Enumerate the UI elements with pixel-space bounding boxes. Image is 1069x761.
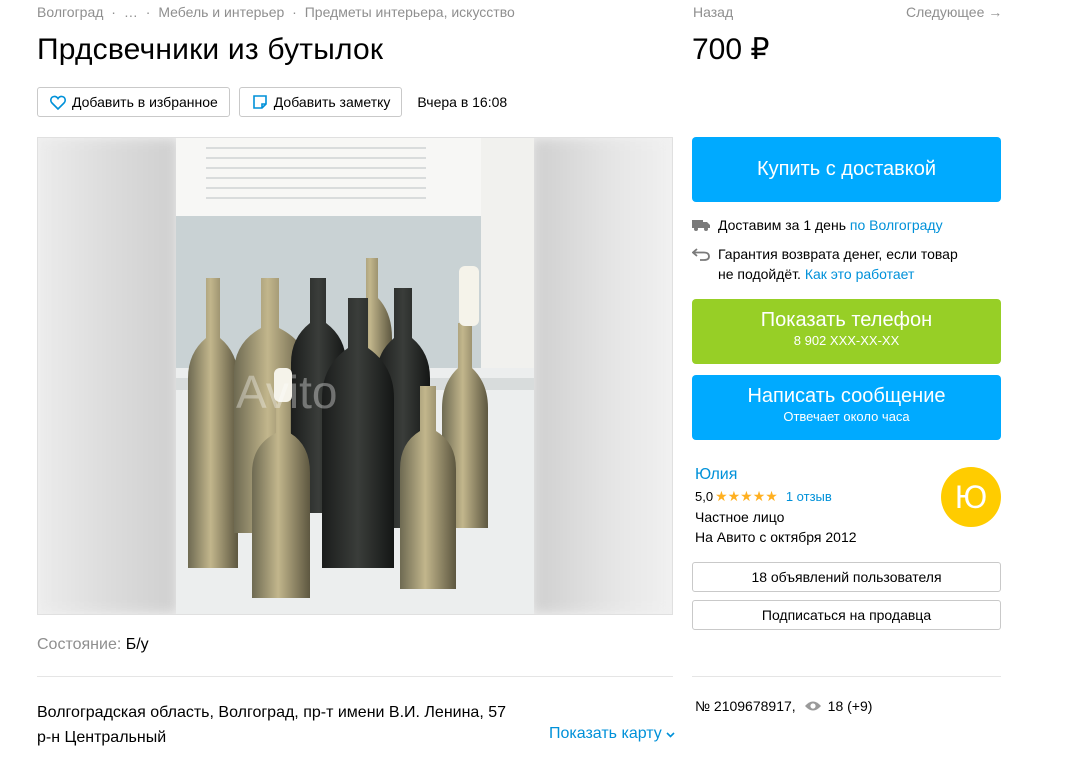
how-it-works-link[interactable]: Как это работает [805, 266, 915, 282]
show-phone-label: Показать телефон [760, 309, 933, 331]
bottles-photo-illustration: Avito [176, 138, 534, 614]
show-phone-button[interactable]: Показать телефон 8 902 XXX-XX-XX [692, 299, 1001, 364]
user-ads-button[interactable]: 18 объявлений пользователя [692, 562, 1001, 592]
breadcrumb-interior[interactable]: Предметы интерьера, искусство [305, 4, 515, 20]
posted-time: Вчера в 16:08 [417, 94, 508, 110]
chevron-down-icon [666, 732, 675, 738]
rating-value: 5,0 [695, 489, 714, 504]
guarantee-info: Гарантия возврата денег, если товар не п… [692, 244, 958, 284]
subscribe-seller-button[interactable]: Подписаться на продавца [692, 600, 1001, 630]
breadcrumb: Волгоград · … · Мебель и интерьер · Пред… [37, 4, 515, 20]
note-icon [252, 95, 267, 109]
views-count: 18 (+9) [827, 698, 873, 714]
listing-actions: Добавить в избранное Добавить заметку Вч… [37, 87, 507, 117]
heart-icon [50, 95, 66, 110]
avatar[interactable]: Ю [941, 467, 1001, 527]
photo-watermark: Avito [236, 366, 337, 418]
seller-type: Частное лицо [695, 509, 785, 525]
seller-rating: 5,0 ★★★★★ 1 отзыв [695, 488, 832, 505]
listing-photo[interactable]: Avito [176, 138, 534, 614]
page-title: Прдсвечники из бутылок [37, 33, 384, 66]
delivery-city-link[interactable]: по Волгограду [850, 217, 943, 233]
gallery-blur-right [532, 138, 672, 614]
return-arrow-icon [692, 248, 710, 261]
add-note-button[interactable]: Добавить заметку [238, 87, 403, 117]
rating-stars-icon: ★★★★★ [715, 488, 778, 504]
price: 700 ₽ [692, 33, 770, 66]
condition-value: Б/у [125, 636, 149, 653]
breadcrumb-furniture[interactable]: Мебель и интерьер [158, 4, 284, 20]
seller-name-link[interactable]: Юлия [695, 466, 737, 484]
response-time: Отвечает около часа [783, 409, 910, 424]
address-district: р-н Центральный [37, 729, 167, 746]
address-line: Волгоградская область, Волгоград, пр-т и… [37, 704, 507, 721]
truck-icon [692, 220, 710, 231]
condition: Состояние: Б/у [37, 636, 149, 654]
photo-gallery[interactable]: Avito [37, 137, 673, 615]
add-note-label: Добавить заметку [273, 94, 391, 110]
eye-icon [804, 701, 821, 711]
listing-meta: № 2109678917, 18 (+9) [695, 698, 872, 714]
add-favorite-label: Добавить в избранное [72, 94, 218, 110]
write-message-label: Написать сообщение [747, 385, 946, 407]
breadcrumb-city[interactable]: Волгоград [37, 4, 103, 20]
buy-with-delivery-button[interactable]: Купить с доставкой [692, 137, 1001, 202]
address: Волгоградская область, Волгоград, пр-т и… [37, 700, 506, 750]
phone-number-masked: 8 902 XXX-XX-XX [793, 333, 900, 348]
add-favorite-button[interactable]: Добавить в избранное [37, 87, 230, 117]
delivery-info: Доставим за 1 день по Волгограду [692, 215, 943, 235]
show-map-label: Показать карту [549, 725, 662, 742]
divider [37, 676, 673, 677]
divider [692, 676, 1001, 677]
next-link[interactable]: Следующее → [906, 4, 1002, 20]
seller-since: На Авито с октября 2012 [695, 529, 857, 545]
guarantee-line1: Гарантия возврата денег, если товар [718, 246, 958, 262]
condition-label: Состояние: [37, 636, 122, 653]
listing-number: № 2109678917, [695, 698, 796, 714]
guarantee-line2: не подойдёт. [718, 266, 805, 282]
back-link[interactable]: Назад [693, 4, 733, 20]
show-map-link[interactable]: Показать карту [549, 725, 675, 743]
reviews-link[interactable]: 1 отзыв [786, 489, 832, 504]
breadcrumb-ellipsis[interactable]: … [124, 4, 138, 20]
gallery-blur-left [38, 138, 178, 614]
write-message-button[interactable]: Написать сообщение Отвечает около часа [692, 375, 1001, 440]
delivery-text: Доставим за 1 день [718, 217, 850, 233]
